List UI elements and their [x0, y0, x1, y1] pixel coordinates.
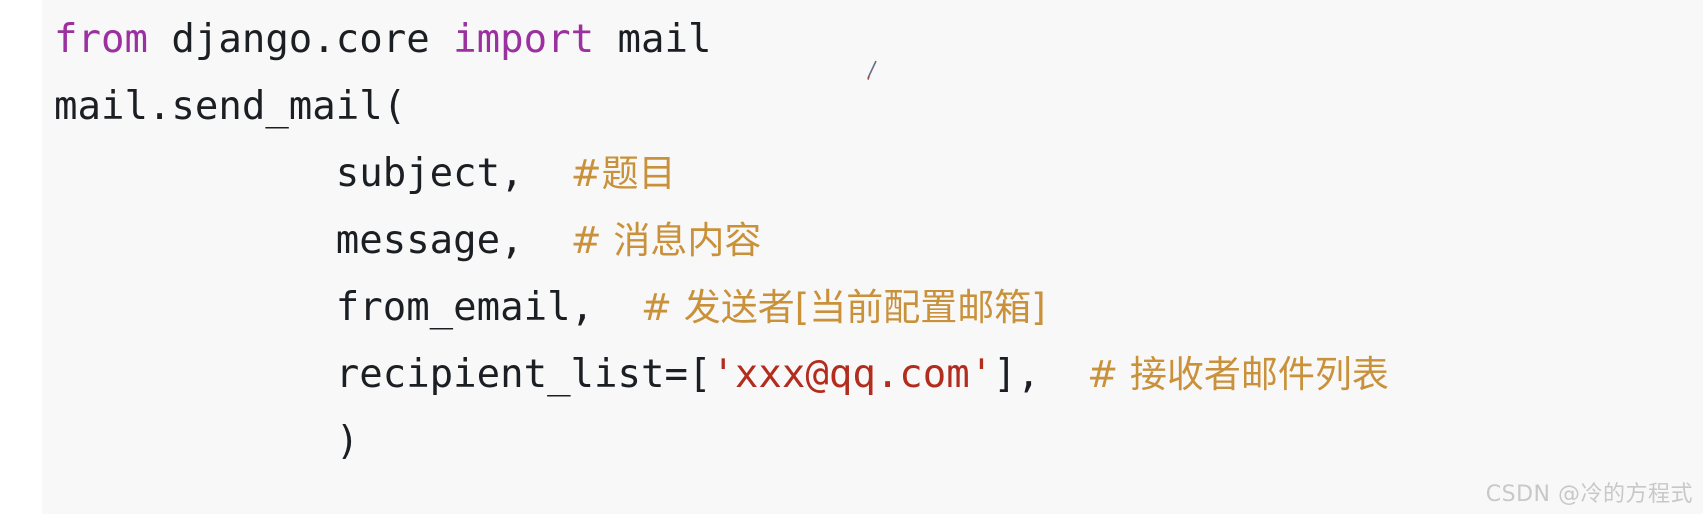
code-token-comment: # 发送者[当前配置邮箱]: [641, 286, 1046, 329]
code-token-comment: # 接收者邮件列表: [1087, 353, 1389, 396]
code-block: from django.core import mail mail.send_ma…: [42, 0, 1703, 514]
code-token-plain: ],: [993, 352, 1088, 397]
code-line: from_email, # 发送者[当前配置邮箱]: [54, 274, 1703, 341]
code-token-plain: subject,: [54, 151, 571, 196]
code-token-plain: django.core: [147, 17, 454, 62]
code-token-plain: message,: [54, 218, 571, 263]
code-line: recipient_list=['xxx@qq.com'], # 接收者邮件列表: [54, 341, 1703, 408]
code-token-string: 'xxx@qq.com': [711, 352, 994, 397]
code-line: message, # 消息内容: [54, 207, 1703, 274]
code-line: ): [54, 408, 1703, 475]
code-line: from django.core import mail: [54, 6, 1703, 73]
code-token-plain: recipient_list=[: [54, 352, 712, 397]
code-token-comment: #题目: [570, 152, 676, 195]
code-token-keyword: from: [54, 17, 148, 62]
code-lines[interactable]: from django.core import mail mail.send_ma…: [42, 6, 1703, 475]
code-token-plain: mail.send_mail(: [54, 84, 407, 129]
code-token-comment: # 消息内容: [570, 219, 762, 262]
code-token-plain: from_email,: [54, 285, 641, 330]
code-token-plain: mail: [594, 17, 712, 62]
code-line: subject, #题目: [54, 140, 1703, 207]
watermark: CSDN @冷的方程式: [1485, 482, 1693, 507]
code-line: mail.send_mail(: [54, 73, 1703, 140]
code-token-plain: ): [54, 419, 360, 464]
screenshot-page: from django.core import mail mail.send_ma…: [0, 0, 1703, 514]
code-token-keyword: import: [453, 17, 595, 62]
